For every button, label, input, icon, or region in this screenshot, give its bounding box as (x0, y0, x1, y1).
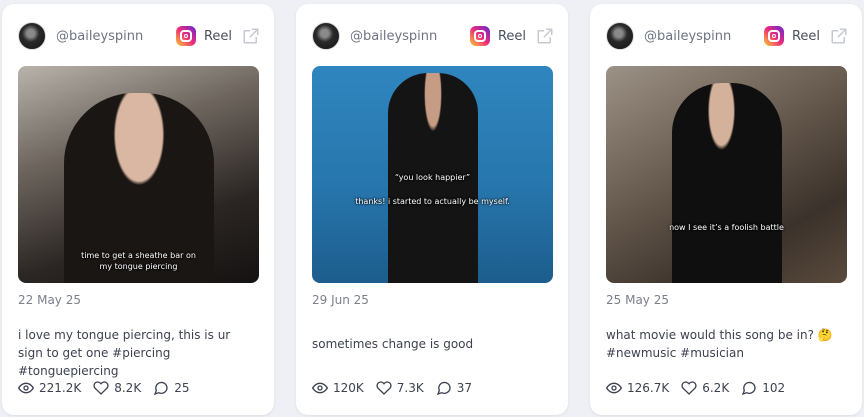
comments-count: 25 (174, 381, 190, 395)
instagram-icon (763, 26, 784, 46)
external-link-icon[interactable] (536, 27, 554, 45)
stats-bar: 120K 7.3K 37 (312, 380, 484, 396)
views-stat: 126.7K (606, 380, 669, 396)
eye-icon (18, 382, 34, 394)
heart-icon (376, 381, 392, 395)
card-header: @baileyspinn Reel (18, 21, 260, 51)
stats-bar: 221.2K 8.2K 25 (18, 380, 201, 396)
comments-count: 37 (456, 381, 473, 395)
likes-stat: 8.2K (93, 380, 141, 396)
avatar[interactable] (606, 22, 634, 50)
likes-count: 6.2K (702, 381, 730, 395)
likes-stat: 7.3K (376, 380, 424, 396)
reel-card[interactable]: @baileyspinn Reel time to get a sheathe … (2, 4, 274, 415)
reel-card[interactable]: @baileyspinn Reel now I see it’s a fooli… (590, 4, 862, 415)
post-description: what movie would this song be in? 🤔 #new… (606, 328, 833, 360)
heart-icon (681, 381, 697, 395)
external-link-icon[interactable] (830, 27, 848, 45)
post-date: 29 Jun 25 (312, 293, 369, 307)
comments-stat: 37 (436, 380, 472, 396)
caption-overlay: now I see it’s a foolish battle (669, 223, 784, 232)
eye-icon (312, 382, 328, 394)
comments-count: 102 (762, 381, 786, 395)
thumbnail-figure (671, 83, 782, 283)
views-stat: 221.2K (18, 380, 81, 396)
comment-icon (154, 381, 168, 396)
views-stat: 120K (312, 380, 364, 396)
instagram-icon (175, 26, 196, 46)
card-header: @baileyspinn Reel (606, 21, 848, 51)
comments-stat: 25 (153, 380, 189, 396)
username[interactable]: @baileyspinn (350, 29, 437, 44)
likes-count: 8.2K (114, 381, 142, 395)
post-description: sometimes change is good (312, 337, 474, 351)
stats-bar: 126.7K 6.2K 102 (606, 380, 797, 396)
comment-icon (742, 381, 756, 396)
reel-card-row: @baileyspinn Reel time to get a sheathe … (0, 0, 864, 417)
avatar[interactable] (18, 22, 46, 50)
reel-card[interactable]: @baileyspinn Reel “you look happier” tha… (296, 4, 568, 415)
post-date: 25 May 25 (606, 293, 669, 307)
likes-stat: 6.2K (681, 380, 729, 396)
caption-overlay: thanks! i started to actually be myself. (355, 197, 510, 206)
platform-label: Reel (791, 28, 820, 44)
username[interactable]: @baileyspinn (644, 29, 731, 44)
comment-icon (436, 381, 451, 396)
views-count: 126.7K (627, 381, 670, 395)
caption-overlay: “you look happier” (394, 173, 471, 182)
reel-thumbnail[interactable]: now I see it’s a foolish battle (606, 66, 847, 283)
username[interactable]: @baileyspinn (56, 29, 143, 44)
external-link-icon[interactable] (242, 27, 260, 45)
platform-label: Reel (203, 28, 232, 44)
platform-label: Reel (497, 28, 526, 44)
heart-icon (93, 381, 109, 395)
likes-count: 7.3K (396, 381, 424, 395)
instagram-icon (469, 26, 490, 46)
post-description: i love my tongue piercing, this is ur si… (18, 328, 231, 378)
views-count: 120K (333, 381, 364, 395)
card-header: @baileyspinn Reel (312, 21, 554, 51)
caption-overlay: time to get a sheathe bar on my tongue p… (81, 251, 196, 271)
avatar[interactable] (312, 22, 340, 50)
reel-thumbnail[interactable]: “you look happier” thanks! i started to … (312, 66, 553, 283)
eye-icon (606, 382, 622, 394)
post-date: 22 May 25 (18, 293, 81, 307)
comments-stat: 102 (741, 380, 785, 396)
reel-thumbnail[interactable]: time to get a sheathe bar on my tongue p… (18, 66, 259, 283)
views-count: 221.2K (39, 381, 82, 395)
